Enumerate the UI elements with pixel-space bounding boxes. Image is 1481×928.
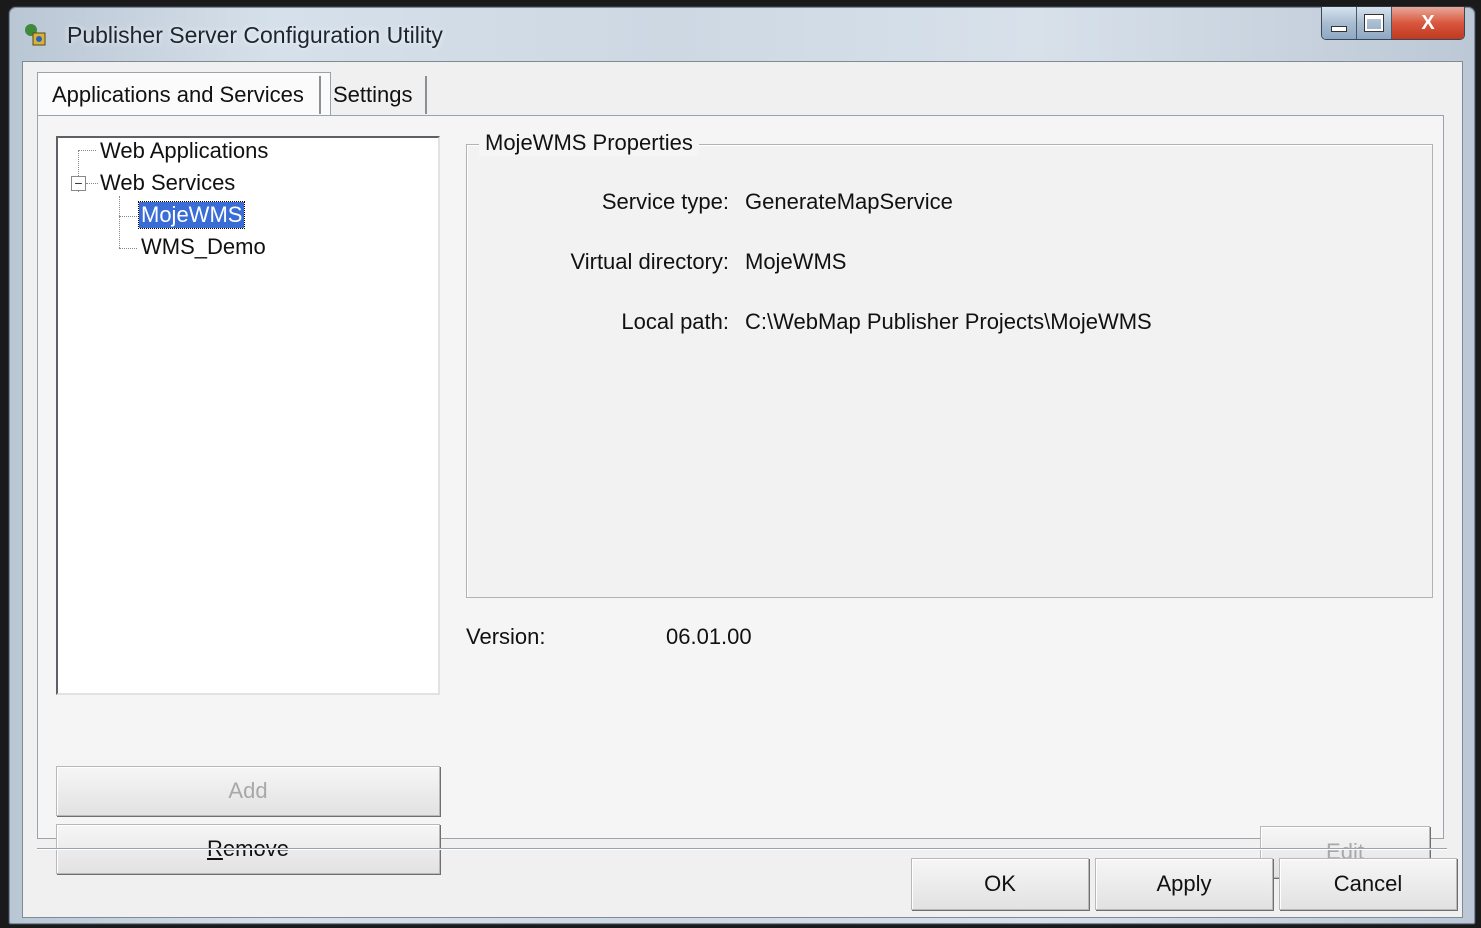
apply-button[interactable]: Apply <box>1095 858 1273 910</box>
window-controls: X <box>1321 7 1465 40</box>
tree-line <box>119 216 137 217</box>
version-value: 06.01.00 <box>666 624 752 649</box>
service-type-value: GenerateMapService <box>745 189 953 214</box>
tab-applications-and-services[interactable]: Applications and Services <box>37 72 331 117</box>
cancel-button[interactable]: Cancel <box>1279 858 1457 910</box>
properties-group-title: MojeWMS Properties <box>479 130 699 156</box>
tree-item-web-services[interactable]: Web Services <box>100 170 235 196</box>
tree-item-web-applications[interactable]: Web Applications <box>100 138 268 164</box>
minimize-button[interactable] <box>1322 7 1357 39</box>
tree-line <box>78 150 96 151</box>
window-title: Publisher Server Configuration Utility <box>67 22 443 48</box>
service-type-label: Service type: <box>601 189 729 214</box>
close-icon: X <box>1421 11 1435 34</box>
collapse-icon[interactable]: − <box>71 176 86 191</box>
bottom-separator <box>37 848 1447 850</box>
main-window: Publisher Server Configuration Utility X… <box>8 6 1476 925</box>
local-path-value: C:\WebMap Publisher Projects\MojeWMS <box>745 309 1152 334</box>
title-bar[interactable]: Publisher Server Configuration Utility X <box>9 7 1475 61</box>
tree-item-mojewms[interactable]: MojeWMS <box>137 201 246 229</box>
maximize-icon <box>1365 15 1383 31</box>
tree-line <box>86 183 98 184</box>
minimize-icon <box>1331 26 1347 32</box>
tree-item-wms-demo[interactable]: WMS_Demo <box>141 234 266 260</box>
version-label: Version: <box>466 624 546 649</box>
tree-line <box>119 196 120 248</box>
dialog-client-area: Applications and Services Settings Web A… <box>22 61 1463 918</box>
app-icon <box>25 24 46 46</box>
tree-line <box>119 248 137 249</box>
maximize-button[interactable] <box>1357 7 1392 39</box>
local-path-label: Local path: <box>621 309 729 334</box>
virtual-directory-label: Virtual directory: <box>570 249 729 274</box>
tab-settings[interactable]: Settings <box>319 76 427 114</box>
virtual-directory-value: MojeWMS <box>745 249 847 274</box>
close-button[interactable]: X <box>1392 7 1464 39</box>
add-button[interactable]: Add <box>56 766 440 816</box>
tab-page-applications: Web Applications − Web Services MojeWMS … <box>37 115 1444 878</box>
ok-button[interactable]: OK <box>911 858 1089 910</box>
services-tree[interactable]: Web Applications − Web Services MojeWMS … <box>56 136 440 695</box>
properties-group: MojeWMS Properties Service type: Generat… <box>466 130 1433 598</box>
